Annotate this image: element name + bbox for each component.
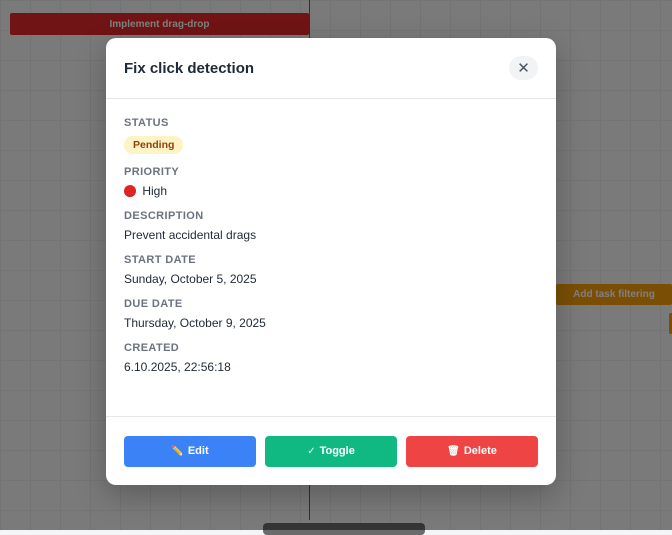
delete-button-label: Delete: [463, 445, 497, 457]
modal-footer: ✏️ Edit ✓ Toggle 🗑 Delete: [106, 416, 556, 485]
start-date-field: START DATE Sunday, October 5, 2025: [124, 254, 538, 286]
toggle-button[interactable]: ✓ Toggle: [265, 435, 397, 467]
close-button[interactable]: ✕: [509, 56, 538, 80]
modal-body: STATUS Pending PRIORITY High DESCRIPTION…: [106, 99, 556, 374]
close-icon: ✕: [517, 59, 530, 77]
status-badge: Pending: [124, 136, 184, 154]
modal-title: Fix click detection: [124, 59, 255, 77]
delete-button[interactable]: 🗑 Delete: [406, 435, 538, 467]
priority-field: PRIORITY High: [124, 166, 538, 198]
start-date-value: Sunday, October 5, 2025: [124, 272, 257, 286]
due-date-label: DUE DATE: [124, 298, 183, 310]
status-label: STATUS: [124, 117, 169, 129]
priority-value: High: [142, 184, 168, 198]
due-date-value: Thursday, October 9, 2025: [124, 316, 266, 330]
created-label: CREATED: [124, 342, 180, 354]
created-field: CREATED 6.10.2025, 22:56:18: [124, 342, 538, 374]
start-date-label: START DATE: [124, 254, 197, 266]
trash-icon: 🗑: [447, 445, 460, 457]
description-label: DESCRIPTION: [124, 210, 204, 222]
status-field: STATUS Pending: [124, 117, 538, 154]
modal-header: Fix click detection ✕: [106, 38, 556, 99]
check-icon: ✓: [307, 445, 316, 457]
task-details-modal: Fix click detection ✕ STATUS Pending PRI…: [106, 38, 556, 485]
red-circle-icon: [124, 185, 136, 197]
created-value: 6.10.2025, 22:56:18: [124, 360, 231, 374]
pencil-icon: ✏️: [171, 445, 184, 457]
edit-button[interactable]: ✏️ Edit: [124, 435, 256, 467]
priority-label: PRIORITY: [124, 166, 180, 178]
description-field: DESCRIPTION Prevent accidental drags: [124, 210, 538, 242]
edit-button-label: Edit: [187, 445, 209, 457]
description-value: Prevent accidental drags: [124, 228, 257, 242]
toggle-button-label: Toggle: [319, 445, 355, 457]
due-date-field: DUE DATE Thursday, October 9, 2025: [124, 298, 538, 330]
